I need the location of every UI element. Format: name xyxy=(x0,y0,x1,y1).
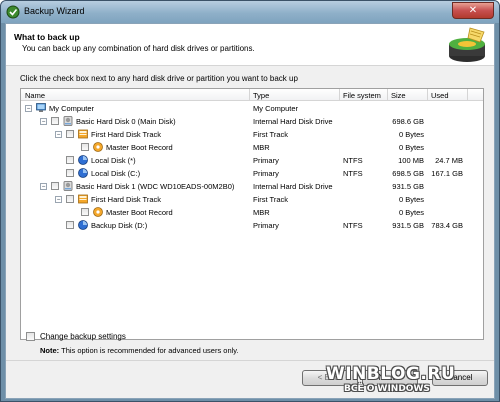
hard-disk-icon xyxy=(63,181,73,191)
row-type: Internal Hard Disk Drive xyxy=(253,182,333,191)
row-type: Internal Hard Disk Drive xyxy=(253,117,333,126)
row-checkbox[interactable] xyxy=(66,130,74,138)
tree-row[interactable]: Master Boot Record MBR 0 Bytes xyxy=(21,206,483,219)
row-checkbox[interactable] xyxy=(81,208,89,216)
collapse-icon[interactable]: − xyxy=(40,118,47,125)
column-filesystem[interactable]: File system xyxy=(343,91,381,100)
note-text: Note: This option is recommended for adv… xyxy=(40,346,239,355)
close-icon: ✕ xyxy=(468,5,478,16)
row-checkbox[interactable] xyxy=(51,117,59,125)
row-checkbox[interactable] xyxy=(66,169,74,177)
tree-row[interactable]: − My Computer My Computer xyxy=(21,102,483,115)
wizard-header: What to back up You can back up any comb… xyxy=(6,24,494,66)
backup-wizard-window: Backup Wizard ✕ What to back up You can … xyxy=(0,0,500,402)
row-name: First Hard Disk Track xyxy=(91,195,162,204)
row-type: First Track xyxy=(253,195,288,204)
disk-track-icon xyxy=(78,194,88,204)
row-checkbox[interactable] xyxy=(66,156,74,164)
row-size: 0 Bytes xyxy=(398,208,424,217)
backup-disk-icon xyxy=(449,27,485,62)
page-title: What to back up xyxy=(14,32,80,42)
row-checkbox[interactable] xyxy=(66,195,74,203)
row-name: Master Boot Record xyxy=(106,208,173,217)
row-type: MBR xyxy=(253,208,270,217)
row-size: 698.5 GB xyxy=(392,169,424,178)
partition-icon xyxy=(78,155,88,165)
note-body: This option is recommended for advanced … xyxy=(61,346,239,355)
note-label: Note: xyxy=(40,346,60,355)
tree-row[interactable]: Backup Disk (D:) Primary NTFS 931.5 GB 783.4… xyxy=(21,219,483,232)
next-button[interactable]: Next > xyxy=(362,370,418,386)
row-name: First Hard Disk Track xyxy=(91,130,162,139)
row-size: 100 MB xyxy=(398,156,424,165)
boot-record-icon xyxy=(93,142,103,152)
disk-track-icon xyxy=(78,129,88,139)
row-type: Primary xyxy=(253,156,279,165)
app-icon xyxy=(6,5,20,19)
page-subtitle: You can back up any combination of hard … xyxy=(22,44,255,53)
boot-record-icon xyxy=(93,207,103,217)
disk-tree[interactable]: Name Type File system Size Used − My Comp… xyxy=(20,88,484,340)
column-used[interactable]: Used xyxy=(431,91,449,100)
row-filesystem: NTFS xyxy=(343,169,363,178)
row-name: Backup Disk (D:) xyxy=(91,221,148,230)
row-size: 931.5 GB xyxy=(392,182,424,191)
column-type[interactable]: Type xyxy=(253,91,269,100)
row-type: My Computer xyxy=(253,104,299,113)
column-header: Name Type File system Size Used xyxy=(21,89,483,101)
row-name: Local Disk (C:) xyxy=(91,169,141,178)
row-size: 0 Bytes xyxy=(398,195,424,204)
row-used: 24.7 MB xyxy=(435,156,463,165)
row-type: Primary xyxy=(253,221,279,230)
change-settings-checkbox[interactable] xyxy=(26,332,35,341)
row-filesystem: NTFS xyxy=(343,221,363,230)
tree-row[interactable]: − Basic Hard Disk 1 (WDC WD10EADS-00M2B0)… xyxy=(21,180,483,193)
row-size: 698.6 GB xyxy=(392,117,424,126)
row-name: My Computer xyxy=(49,104,95,113)
row-name: Basic Hard Disk 0 (Main Disk) xyxy=(76,117,176,126)
row-checkbox[interactable] xyxy=(81,143,89,151)
back-button[interactable]: < Back xyxy=(302,370,358,386)
row-name: Local Disk (*) xyxy=(91,156,136,165)
window-title: Backup Wizard xyxy=(24,6,85,16)
tree-row[interactable]: − Basic Hard Disk 0 (Main Disk) Internal H… xyxy=(21,115,483,128)
collapse-icon[interactable]: − xyxy=(55,131,62,138)
row-type: Primary xyxy=(253,169,279,178)
change-settings-label[interactable]: Change backup settings xyxy=(40,332,126,341)
row-size: 0 Bytes xyxy=(398,143,424,152)
row-filesystem: NTFS xyxy=(343,156,363,165)
tree-row[interactable]: Local Disk (C:) Primary NTFS 698.5 GB 167.1 … xyxy=(21,167,483,180)
tree-row[interactable]: Local Disk (*) Primary NTFS 100 MB 24.7 MB xyxy=(21,154,483,167)
cancel-button[interactable]: Cancel xyxy=(432,370,488,386)
partition-icon xyxy=(78,220,88,230)
close-button[interactable]: ✕ xyxy=(452,2,494,19)
row-type: MBR xyxy=(253,143,270,152)
column-size[interactable]: Size xyxy=(391,91,406,100)
row-type: First Track xyxy=(253,130,288,139)
title-bar[interactable]: Backup Wizard ✕ xyxy=(1,1,499,23)
row-size: 0 Bytes xyxy=(398,130,424,139)
collapse-icon[interactable]: − xyxy=(40,183,47,190)
footer-divider xyxy=(6,360,494,361)
tree-row[interactable]: − First Hard Disk Track First Track 0 Bytes xyxy=(21,193,483,206)
row-name: Master Boot Record xyxy=(106,143,173,152)
hard-disk-icon xyxy=(63,116,73,126)
row-size: 931.5 GB xyxy=(392,221,424,230)
row-used: 783.4 GB xyxy=(431,221,463,230)
partition-icon xyxy=(78,168,88,178)
tree-row[interactable]: − First Hard Disk Track First Track 0 Bytes xyxy=(21,128,483,141)
collapse-icon[interactable]: − xyxy=(25,105,32,112)
instruction-text: Click the check box next to any hard dis… xyxy=(20,74,298,83)
row-used: 167.1 GB xyxy=(431,169,463,178)
row-name: Basic Hard Disk 1 (WDC WD10EADS-00M2B0) xyxy=(76,182,235,191)
tree-row[interactable]: Master Boot Record MBR 0 Bytes xyxy=(21,141,483,154)
wizard-client-area: What to back up You can back up any comb… xyxy=(5,23,495,399)
column-name[interactable]: Name xyxy=(25,91,45,100)
row-checkbox[interactable] xyxy=(51,182,59,190)
computer-icon xyxy=(36,103,46,113)
collapse-icon[interactable]: − xyxy=(55,196,62,203)
row-checkbox[interactable] xyxy=(66,221,74,229)
